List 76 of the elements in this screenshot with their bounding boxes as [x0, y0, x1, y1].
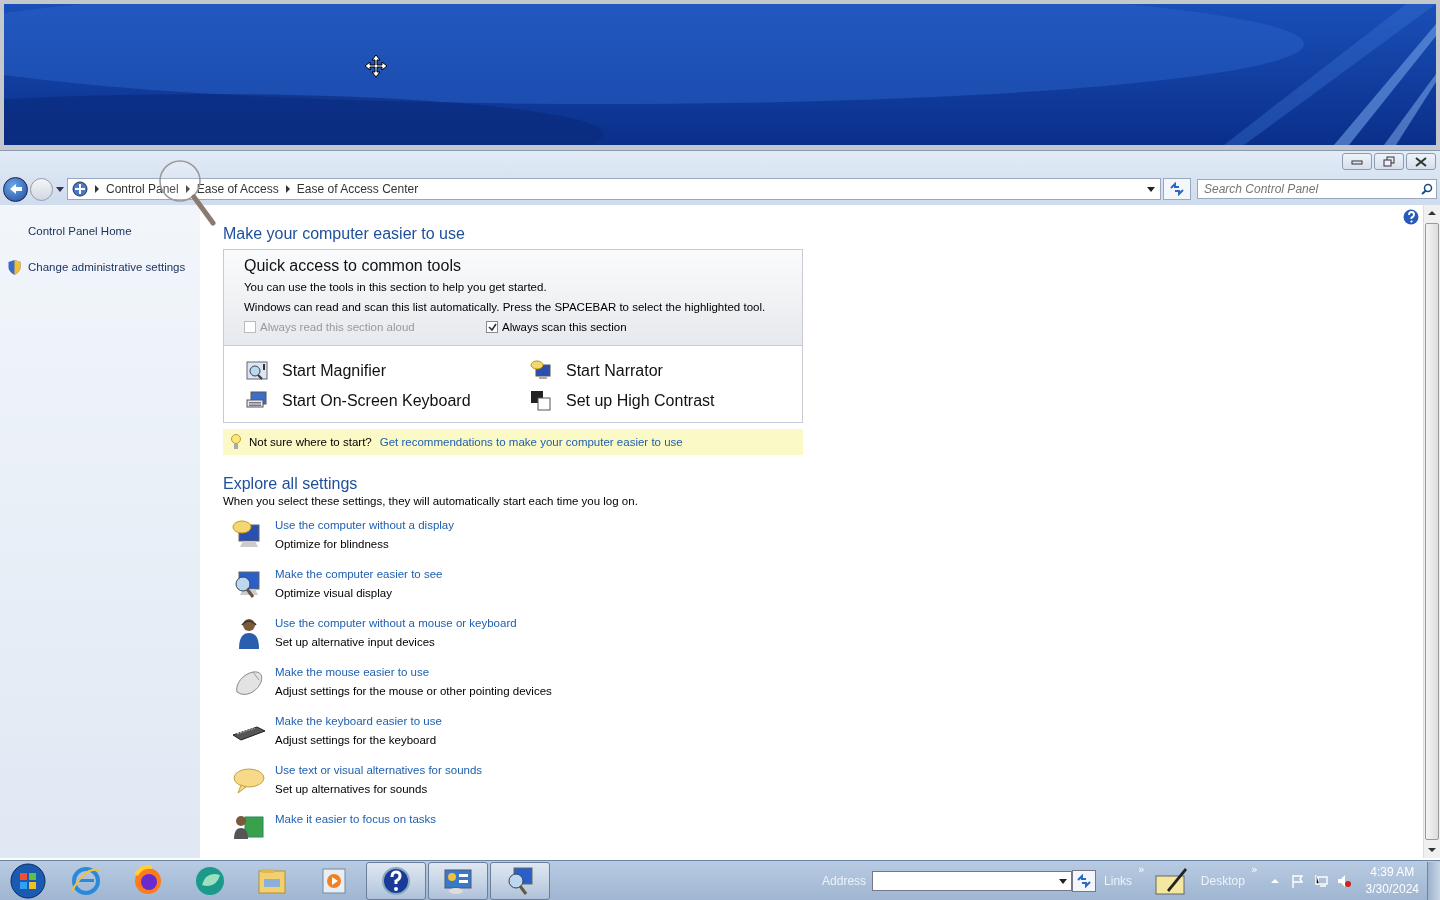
tool-icon — [246, 360, 268, 382]
page-title: Make your computer easier to use — [223, 225, 466, 243]
close-icon — [1415, 156, 1427, 167]
tip-text: Not sure where to start? — [249, 436, 372, 448]
recommendations-link[interactable]: Get recommendations to make your computer easier to use — [379, 436, 683, 448]
address-field[interactable] — [872, 870, 1073, 891]
address-bar[interactable]: Control Panel Ease of Access Ease of Access Center — [67, 178, 1161, 200]
breadcrumb-arrow-icon[interactable] — [94, 185, 100, 193]
recent-pages-caret-icon[interactable] — [55, 184, 65, 194]
dropdown-caret-icon[interactable] — [1146, 184, 1156, 194]
minimize-button[interactable] — [1342, 153, 1372, 170]
sidebar-link[interactable]: Change administrative settings — [28, 261, 186, 273]
breadcrumb-arrow-icon[interactable] — [184, 185, 191, 193]
setting-link[interactable]: Use the computer without a mouse or keyboard — [275, 617, 517, 629]
fox-browser-icon — [132, 864, 164, 897]
refresh-button[interactable] — [1163, 178, 1191, 200]
move-cursor-icon — [364, 54, 388, 78]
breadcrumb-arrow-icon[interactable] — [284, 185, 291, 193]
tool-link[interactable]: Set up High Contrast — [566, 392, 715, 410]
taskbar-button[interactable] — [490, 861, 550, 900]
network-icon[interactable] — [1313, 873, 1328, 888]
help-icon[interactable] — [1403, 209, 1419, 225]
setting-link[interactable]: Make it easier to focus on tasks — [275, 813, 437, 825]
taskbar-button[interactable] — [366, 861, 426, 900]
section-title: Quick access to common tools — [244, 257, 462, 275]
speaker-muted-icon[interactable] — [1336, 873, 1351, 888]
setting-description: Set up alternatives for sounds — [275, 783, 429, 795]
setting-link[interactable]: Use text or visual alternatives for sounds — [275, 764, 483, 776]
section-text: You can use the tools in this section to help you get started. — [244, 281, 548, 293]
tool-icon — [530, 390, 552, 412]
browser-e-icon — [70, 864, 102, 897]
pen-input-icon[interactable] — [1154, 865, 1189, 896]
breadcrumb[interactable]: Ease of Access — [196, 182, 279, 196]
time: 4:39 AM — [1370, 865, 1415, 879]
back-button[interactable] — [3, 176, 28, 202]
search-field[interactable]: Search Control Panel — [1197, 179, 1437, 199]
go-button[interactable] — [1072, 869, 1097, 892]
setting-description: Adjust settings for the keyboard — [275, 734, 438, 746]
globe-icon — [194, 864, 226, 897]
setting-link[interactable]: Make the computer easier to see — [275, 568, 443, 580]
tool-icon — [530, 360, 552, 382]
address-label: Address — [822, 873, 867, 888]
scroll-thumb[interactable] — [1425, 223, 1439, 840]
checkbox-label: Always scan this section — [502, 321, 627, 333]
date: 3/30/2024 — [1365, 882, 1419, 896]
section-title: Explore all settings — [223, 475, 359, 493]
start-button[interactable] — [10, 862, 46, 899]
help-icon — [380, 864, 412, 897]
refresh-icon — [1169, 182, 1185, 196]
setting-description: Adjust settings for the mouse or other pointing devices — [275, 685, 552, 697]
back-arrow-icon — [8, 183, 23, 195]
search-icon[interactable] — [1421, 183, 1433, 195]
checkbox[interactable] — [486, 321, 498, 333]
tool-link[interactable]: Start Magnifier — [282, 362, 387, 380]
lightbulb-icon — [231, 434, 241, 450]
shield-icon — [6, 258, 23, 276]
checkbox-label: Always read this section aloud — [260, 321, 415, 333]
tool-link[interactable]: Start On-Screen Keyboard — [282, 392, 471, 410]
restore-icon — [1383, 156, 1395, 167]
section-text: When you select these settings, they will automatically start each time you log on. — [223, 495, 639, 507]
taskbar-button[interactable] — [428, 861, 488, 900]
close-button[interactable] — [1406, 153, 1436, 170]
breadcrumb[interactable]: Control Panel — [106, 182, 179, 196]
setting-link[interactable]: Make the mouse easier to use — [275, 666, 552, 678]
breadcrumb[interactable]: Ease of Access Center — [296, 182, 419, 196]
minimize-icon — [1351, 158, 1363, 165]
section-text: Windows can read and scan this list automatically. Press the SPACEBAR to select the highlighted tool. — [244, 301, 767, 313]
restore-button[interactable] — [1374, 153, 1404, 170]
setting-link[interactable]: Make the keyboard easier to use — [275, 715, 442, 727]
refresh-icon — [1076, 873, 1093, 888]
tool-link[interactable]: Start Narrator — [566, 362, 663, 380]
sidebar-link[interactable]: Control Panel Home — [28, 225, 132, 237]
setting-description: Optimize visual display — [275, 587, 393, 599]
setting-description: Optimize for blindness — [275, 538, 390, 550]
setting-description: Set up alternative input devices — [275, 636, 436, 648]
setting-link[interactable]: Use the computer without a display — [275, 519, 454, 531]
